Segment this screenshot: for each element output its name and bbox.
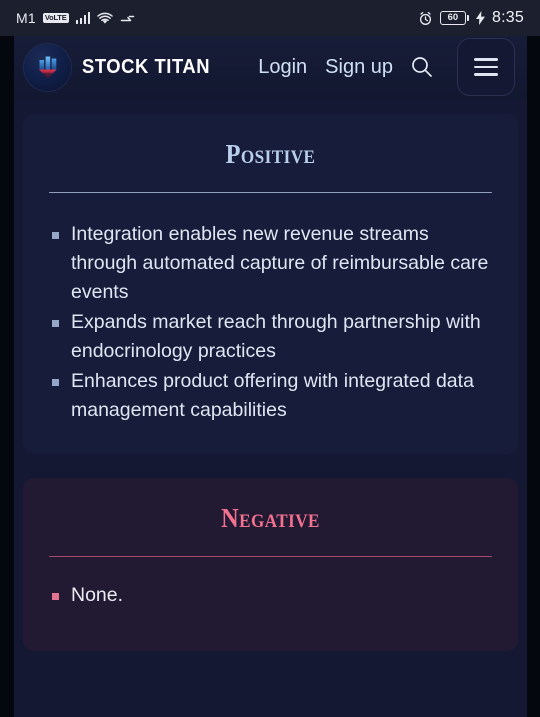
- charging-bolt-icon: [476, 11, 486, 25]
- signup-link[interactable]: Sign up: [325, 56, 393, 79]
- negative-card-divider: [49, 555, 492, 558]
- menu-bar-3: [474, 73, 498, 76]
- stock-titan-logo-icon: [24, 43, 71, 91]
- signal-bars-icon: [75, 12, 91, 24]
- list-item: Enhances product offering with integrate…: [47, 367, 494, 425]
- battery-indicator: 60: [439, 11, 470, 25]
- volte-badge: VoLTE: [42, 12, 69, 24]
- carrier-label: M1: [16, 10, 36, 26]
- data-transfer-icon: [120, 12, 135, 25]
- clock-time: 8:35: [492, 9, 524, 26]
- header-actions: Login Sign up: [258, 38, 515, 96]
- main-content: Positive Integration enables new revenue…: [14, 98, 527, 717]
- status-bar-left: M1 VoLTE: [16, 10, 135, 26]
- battery-cap: [467, 15, 470, 21]
- hamburger-menu-icon[interactable]: [457, 38, 515, 96]
- wifi-icon: [97, 12, 114, 25]
- positive-card: Positive Integration enables new revenue…: [23, 114, 518, 455]
- alarm-clock-icon: [418, 11, 433, 26]
- search-icon[interactable]: [409, 54, 435, 80]
- positive-card-divider: [49, 191, 492, 194]
- list-item: None.: [47, 581, 494, 610]
- menu-bar-1: [474, 58, 498, 61]
- negative-card: Negative None.: [23, 478, 518, 652]
- list-item: Integration enables new revenue streams …: [47, 220, 494, 307]
- brand-home-link[interactable]: STOCK TITAN: [24, 43, 221, 91]
- brand-name-label: STOCK TITAN: [82, 55, 211, 78]
- menu-bar-2: [474, 65, 498, 69]
- login-link[interactable]: Login: [258, 56, 307, 79]
- status-bar: M1 VoLTE 60 8:35: [0, 0, 540, 36]
- device-screen: M1 VoLTE 60 8:35 STOCK TITAN Login Sign …: [0, 0, 540, 717]
- status-bar-right: 60 8:35: [418, 9, 524, 27]
- positive-card-title: Positive: [225, 139, 316, 169]
- negative-bullet-list: None.: [47, 581, 494, 610]
- battery-level-label: 60: [439, 11, 466, 25]
- positive-bullet-list: Integration enables new revenue streams …: [47, 220, 494, 425]
- negative-card-title: Negative: [221, 503, 320, 534]
- site-header: STOCK TITAN Login Sign up: [14, 36, 527, 98]
- list-item: Expands market reach through partnership…: [47, 308, 494, 366]
